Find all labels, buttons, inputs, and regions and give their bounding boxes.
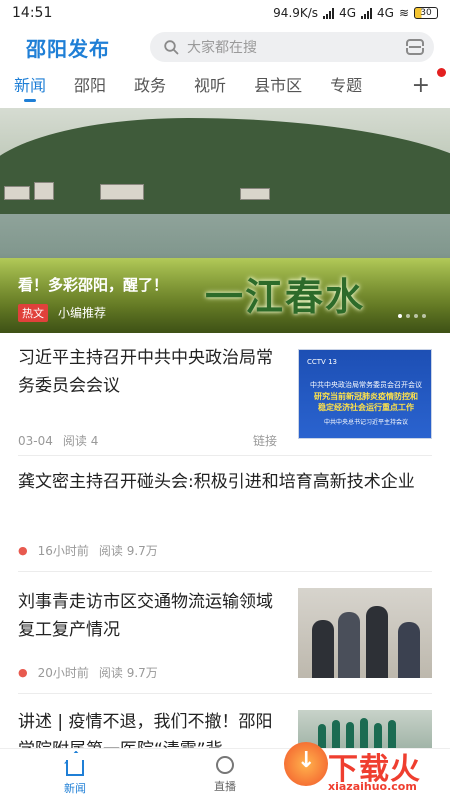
news-meta: ● 16小时前 阅读 9.7万 bbox=[18, 542, 158, 559]
app-header: 邵阳发布 大家都在搜 bbox=[0, 28, 450, 66]
tab-counties[interactable]: 县市区 bbox=[254, 70, 302, 106]
signal-icon bbox=[323, 7, 335, 19]
status-time: 14:51 bbox=[12, 5, 53, 21]
battery-level: 30 bbox=[420, 8, 432, 18]
home-icon bbox=[66, 759, 84, 776]
news-date: 03-04 bbox=[18, 433, 53, 448]
hot-badge: 热文 bbox=[18, 304, 48, 322]
live-icon bbox=[216, 755, 234, 774]
banner-source: 小编推荐 bbox=[58, 306, 107, 320]
news-meta: 03-04 阅读 4 链接 bbox=[18, 432, 280, 449]
nav-news[interactable]: 新闻 bbox=[0, 749, 150, 800]
category-tabs: 新闻 邵阳 政务 视听 县市区 专题 bbox=[0, 70, 450, 106]
news-reads: 阅读 9.7万 bbox=[98, 544, 158, 558]
banner-caption[interactable]: 看！多彩邵阳，醒了！ bbox=[18, 274, 168, 295]
news-title[interactable]: 习近平主持召开中共中央政治局常务委员会会议 bbox=[18, 344, 280, 400]
tab-video[interactable]: 视听 bbox=[194, 70, 226, 106]
tab-topics[interactable]: 专题 bbox=[330, 70, 362, 106]
news-item-1[interactable]: 习近平主持召开中共中央政治局常务委员会会议 03-04 阅读 4 链接 CCTV… bbox=[18, 344, 432, 456]
carousel-dots bbox=[398, 314, 426, 318]
tab-government[interactable]: 政务 bbox=[134, 70, 166, 106]
thumb-line: 中共中央总书记习近平主持会议 bbox=[323, 419, 408, 426]
notification-dot bbox=[437, 68, 446, 77]
search-placeholder[interactable]: 大家都在搜 bbox=[187, 37, 406, 57]
news-thumbnail[interactable] bbox=[298, 588, 432, 678]
wifi-icon: ≋ bbox=[398, 6, 409, 20]
tab-shaoyang[interactable]: 邵阳 bbox=[74, 70, 106, 106]
news-time: 16小时前 bbox=[37, 544, 89, 558]
scan-icon[interactable] bbox=[404, 39, 426, 55]
news-thumbnail[interactable]: CCTV 13 中共中央政治局常务委员会召开会议 研究当前新冠肺炎疫情防控和 稳… bbox=[298, 349, 432, 439]
banner-overlay-text: 一江春水 bbox=[205, 275, 366, 319]
network-type-1: 4G bbox=[339, 6, 356, 20]
news-tag: 链接 bbox=[253, 434, 278, 448]
news-time: 20小时前 bbox=[37, 666, 89, 680]
status-indicators: 94.9K/s 4G 4G ≋ 30 bbox=[273, 6, 438, 20]
news-item-3[interactable]: 刘事青走访市区交通物流运输领域复工复产情况 ● 20小时前 阅读 9.7万 bbox=[18, 578, 432, 694]
nav-live-label: 直播 bbox=[214, 779, 236, 793]
add-tab-button[interactable]: + bbox=[412, 70, 430, 102]
network-type-2: 4G bbox=[377, 6, 394, 20]
thumb-line: 研究当前新冠肺炎疫情防控和 bbox=[314, 392, 418, 401]
nav-news-label: 新闻 bbox=[64, 781, 86, 795]
flame-icon bbox=[284, 742, 328, 786]
fire-icon: ● bbox=[18, 544, 28, 557]
tab-news[interactable]: 新闻 bbox=[14, 70, 46, 106]
network-speed: 94.9K/s bbox=[273, 6, 319, 20]
signal-icon-2 bbox=[361, 7, 372, 19]
thumb-line: 中共中央政治局常务委员会召开会议 bbox=[310, 381, 422, 389]
news-title[interactable]: 龚文密主持召开碰头会:积极引进和培育高新技术企业 bbox=[18, 460, 428, 496]
fire-icon: ● bbox=[18, 666, 28, 679]
news-item-2[interactable]: 龚文密主持召开碰头会:积极引进和培育高新技术企业 ● 16小时前 阅读 9.7万 bbox=[18, 460, 432, 572]
thumb-channel: CCTV 13 bbox=[307, 358, 337, 366]
news-reads: 阅读 4 bbox=[62, 434, 99, 448]
featured-banner[interactable]: 看！多彩邵阳，醒了！ 一江春水 热文 小编推荐 bbox=[0, 108, 450, 333]
watermark-logo: 下载火 xiazaihuo.com bbox=[270, 740, 450, 800]
search-icon bbox=[164, 39, 179, 54]
news-reads: 阅读 9.7万 bbox=[98, 666, 158, 680]
news-meta: ● 20小时前 阅读 9.7万 bbox=[18, 664, 158, 681]
search-bar[interactable]: 大家都在搜 bbox=[150, 32, 434, 62]
thumb-line: 稳定经济社会运行重点工作 bbox=[318, 403, 414, 412]
app-logo: 邵阳发布 bbox=[26, 36, 110, 61]
battery-icon: 30 bbox=[414, 7, 438, 19]
status-bar: 14:51 94.9K/s 4G 4G ≋ 30 bbox=[0, 0, 450, 26]
watermark-url: xiazaihuo.com bbox=[328, 780, 417, 793]
news-title[interactable]: 刘事青走访市区交通物流运输领域复工复产情况 bbox=[18, 578, 280, 644]
